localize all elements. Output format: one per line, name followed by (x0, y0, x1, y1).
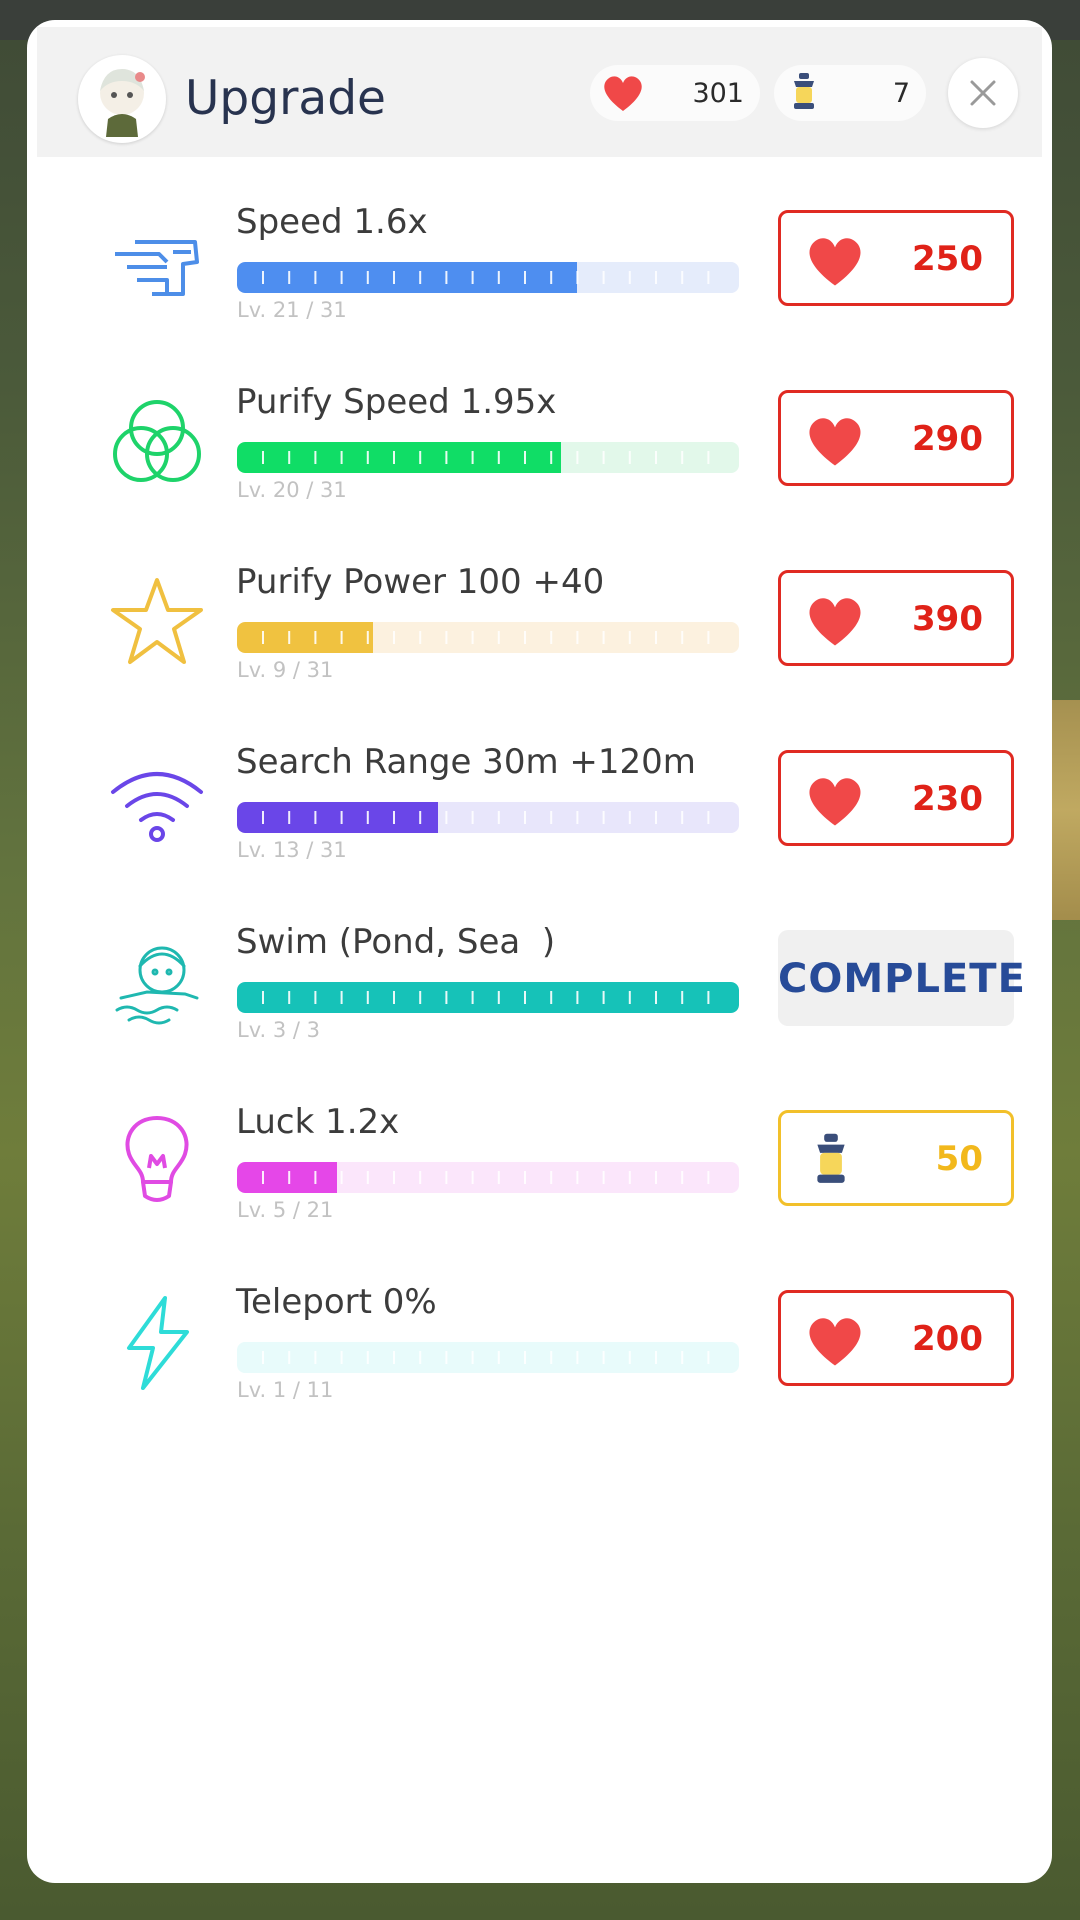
level-text: Lv. 5 / 21 (237, 1198, 334, 1222)
level-text: Lv. 9 / 31 (237, 658, 334, 682)
upgrade-label: Purify Power 100 +40 (236, 562, 605, 602)
heart-counter: 301 (590, 65, 760, 121)
lantern-icon (784, 71, 824, 119)
progress-ticks (262, 811, 710, 824)
lantern-count: 7 (892, 78, 910, 109)
upgrade-label: Search Range 30m +120m (236, 742, 696, 782)
lantern-counter: 7 (774, 65, 926, 121)
progress-bar (237, 982, 739, 1013)
upgrade-button[interactable]: 290 (778, 390, 1014, 486)
upgrade-label: Swim (Pond, Sea ) (236, 922, 556, 962)
close-button[interactable] (948, 58, 1018, 128)
heart-icon (801, 591, 869, 655)
progress-ticks (262, 271, 710, 284)
heart-icon (801, 1311, 869, 1375)
upgrade-button[interactable]: 200 (778, 1290, 1014, 1386)
progress-bar (237, 442, 739, 473)
upgrade-row-luck: Luck 1.2x Lv. 5 / 21 50 (27, 1100, 1052, 1240)
upgrade-button[interactable]: 50 (778, 1110, 1014, 1206)
panel-header: Upgrade 301 7 (37, 27, 1042, 157)
upgrade-row-swim: Swim (Pond, Sea ) Lv. 3 / 3 COMPLETE (27, 920, 1052, 1060)
upgrade-label: Purify Speed 1.95x (236, 382, 557, 422)
signal-icon (107, 752, 207, 852)
triple-circles-icon (107, 392, 207, 492)
lightning-icon (107, 1292, 207, 1392)
level-text: Lv. 20 / 31 (237, 478, 347, 502)
heart-icon (801, 231, 869, 295)
swimmer-icon (107, 932, 207, 1032)
progress-bar (237, 802, 739, 833)
upgrade-label: Speed 1.6x (236, 202, 428, 242)
upgrade-row-teleport: Teleport 0% Lv. 1 / 11 200 (27, 1280, 1052, 1420)
upgrade-row-speed: Speed 1.6x Lv. 21 / 31 250 (27, 200, 1052, 340)
upgrade-button[interactable]: 230 (778, 750, 1014, 846)
cost-value: 230 (912, 779, 983, 819)
progress-bar (237, 262, 739, 293)
progress-ticks (262, 1171, 710, 1184)
progress-ticks (262, 631, 710, 644)
level-text: Lv. 1 / 11 (237, 1378, 334, 1402)
page-title: Upgrade (185, 71, 386, 126)
upgrade-row-search-range: Search Range 30m +120m Lv. 13 / 31 230 (27, 740, 1052, 880)
progress-ticks (262, 1351, 710, 1364)
complete-text: COMPLETE (778, 956, 1026, 1002)
cost-value: 250 (912, 239, 983, 279)
heart-icon (801, 411, 869, 475)
star-icon (107, 572, 207, 672)
heart-icon (801, 771, 869, 835)
cost-value: 290 (912, 419, 983, 459)
upgrade-button[interactable]: 390 (778, 570, 1014, 666)
progress-bar (237, 1162, 739, 1193)
lantern-icon (801, 1131, 861, 1195)
close-icon (970, 80, 996, 106)
lightbulb-icon (107, 1112, 207, 1212)
complete-badge: COMPLETE (778, 930, 1026, 1026)
heart-icon (600, 71, 646, 119)
upgrade-button[interactable]: 250 (778, 210, 1014, 306)
upgrade-label: Luck 1.2x (236, 1102, 400, 1142)
avatar (78, 55, 166, 143)
cost-value: 50 (935, 1139, 983, 1179)
upgrade-row-purify-power: Purify Power 100 +40 Lv. 9 / 31 390 (27, 560, 1052, 700)
progress-ticks (262, 451, 710, 464)
upgrade-label: Teleport 0% (236, 1282, 437, 1322)
upgrade-panel: Upgrade 301 7 Speed 1.6x Lv. 21 / 31 250… (27, 20, 1052, 1883)
winged-boot-icon (107, 212, 207, 312)
progress-ticks (262, 991, 710, 1004)
level-text: Lv. 13 / 31 (237, 838, 347, 862)
level-text: Lv. 3 / 3 (237, 1018, 320, 1042)
progress-bar (237, 1342, 739, 1373)
heart-count: 301 (692, 78, 744, 109)
progress-bar (237, 622, 739, 653)
cost-value: 390 (912, 599, 983, 639)
cost-value: 200 (912, 1319, 983, 1359)
level-text: Lv. 21 / 31 (237, 298, 347, 322)
upgrade-row-purify-speed: Purify Speed 1.95x Lv. 20 / 31 290 (27, 380, 1052, 520)
